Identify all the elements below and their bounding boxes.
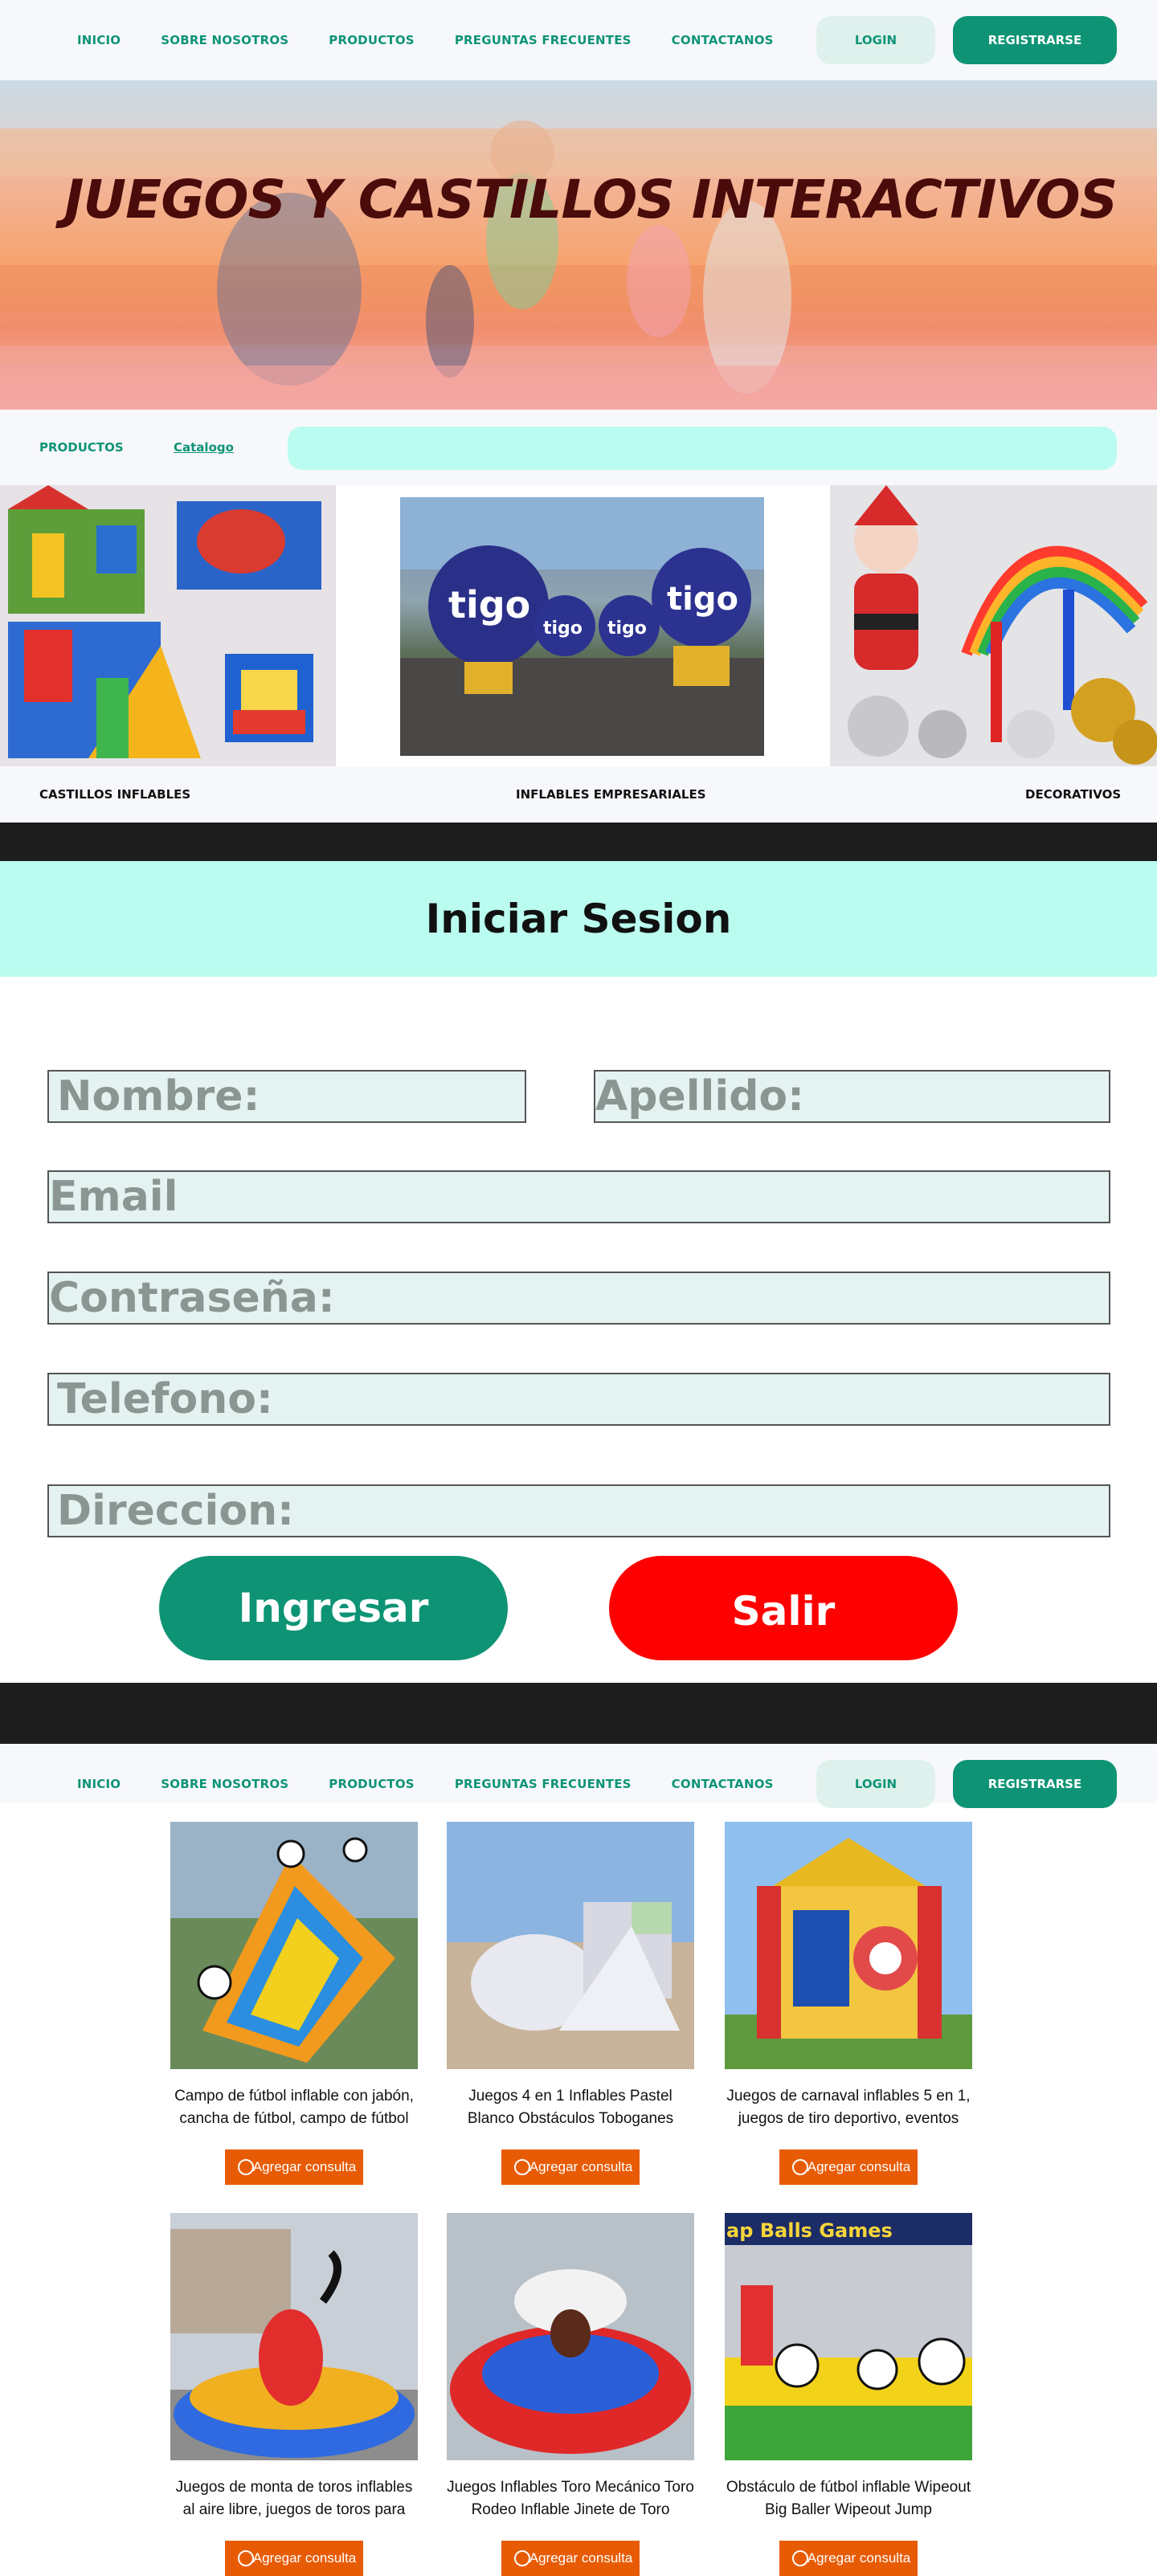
product-image[interactable]: [447, 2213, 694, 2460]
nombre-field[interactable]: Nombre:: [47, 1070, 526, 1123]
tigo-text-2: tigo: [543, 618, 583, 639]
direccion-field[interactable]: Direccion:: [47, 1484, 1110, 1537]
apellido-placeholder: Apellido:: [595, 1072, 804, 1121]
agregar-consulta-button[interactable]: Agregar consulta: [501, 2149, 640, 2185]
email-placeholder: Email: [49, 1173, 178, 1221]
subnav-catalogo[interactable]: Catalogo: [174, 440, 234, 455]
password-field[interactable]: Contraseña:: [47, 1272, 1110, 1325]
category-label-empresariales[interactable]: INFLABLES EMPRESARIALES: [516, 787, 706, 802]
agregar-consulta-button[interactable]: Agregar consulta: [501, 2541, 640, 2576]
nav-link-preguntas[interactable]: PREGUNTAS FRECUENTES: [455, 33, 632, 47]
tigo-text-3: tigo: [607, 618, 647, 639]
decorativos-image[interactable]: [830, 485, 1157, 766]
product-card: Juegos 4 en 1 Inflables Pastel Blanco Ob…: [447, 1822, 694, 2185]
product-card: ap Balls Games Obstáculo de fútbol infla…: [725, 2213, 972, 2576]
login-header: Iniciar Sesion: [0, 861, 1157, 977]
nav2-link-inicio[interactable]: INICIO: [77, 1777, 121, 1791]
product-description: Obstáculo de fútbol inflable Wipeout Big…: [726, 2479, 971, 2518]
product-image[interactable]: ap Balls Games: [725, 2213, 972, 2460]
whatsapp-icon: [792, 2550, 808, 2566]
login-button[interactable]: LOGIN: [816, 16, 935, 64]
product-description: Juegos de monta de toros inflables al ai…: [175, 2479, 413, 2518]
whatsapp-icon: [514, 2159, 530, 2175]
product-image[interactable]: [170, 1822, 418, 2069]
tigo-text-1: tigo: [448, 583, 530, 627]
whatsapp-icon: [792, 2159, 808, 2175]
ingresar-button[interactable]: Ingresar: [159, 1556, 508, 1660]
register-button[interactable]: REGISTRARSE: [953, 16, 1117, 64]
nav2-link-contactanos[interactable]: CONTACTANOS: [672, 1777, 774, 1791]
product-description: Juegos Inflables Toro Mecánico Toro Rode…: [447, 2479, 694, 2518]
empresariales-image[interactable]: tigo tigo tigo tigo: [400, 497, 764, 756]
nav-link-sobre-nosotros[interactable]: SOBRE NOSOTROS: [161, 33, 288, 47]
category-images: tigo tigo tigo tigo: [0, 485, 1157, 766]
nav2-link-sobre-nosotros[interactable]: SOBRE NOSOTROS: [161, 1777, 288, 1791]
product-card: Campo de fútbol inflable con jabón, canc…: [170, 1822, 418, 2185]
divider-bar-2: [0, 1683, 1157, 1744]
product-description: Campo de fútbol inflable con jabón, canc…: [174, 2088, 414, 2127]
telefono-field[interactable]: Telefono:: [47, 1373, 1110, 1426]
whatsapp-icon: [238, 2550, 254, 2566]
balls-games-sign: ap Balls Games: [726, 2219, 893, 2242]
top-nav: INICIO SOBRE NOSOTROS PRODUCTOS PREGUNTA…: [0, 0, 1157, 80]
whatsapp-icon: [238, 2159, 254, 2175]
product-card: Juegos Inflables Toro Mecánico Toro Rode…: [447, 2213, 694, 2576]
product-image[interactable]: [170, 2213, 418, 2460]
agregar-consulta-button[interactable]: Agregar consulta: [225, 2149, 363, 2185]
password-placeholder: Contraseña:: [49, 1274, 335, 1322]
product-description: Juegos de carnaval inflables 5 en 1, jue…: [726, 2088, 971, 2127]
nav2-link-preguntas[interactable]: PREGUNTAS FRECUENTES: [455, 1777, 632, 1791]
product-image[interactable]: [447, 1822, 694, 2069]
agregar-consulta-button[interactable]: Agregar consulta: [225, 2541, 363, 2576]
nav-link-inicio[interactable]: INICIO: [77, 33, 121, 47]
hero-banner: JUEGOS Y CASTILLOS INTERACTIVOS: [0, 80, 1157, 410]
nombre-placeholder: Nombre:: [57, 1072, 260, 1121]
apellido-field[interactable]: Apellido:: [594, 1070, 1110, 1123]
nav-link-productos[interactable]: PRODUCTOS: [329, 33, 415, 47]
subnav-productos[interactable]: PRODUCTOS: [39, 440, 124, 455]
category-label-decorativos[interactable]: DECORATIVOS: [1025, 787, 1121, 802]
nav-link-contactanos[interactable]: CONTACTANOS: [672, 33, 774, 47]
register-button-2[interactable]: REGISTRARSE: [953, 1760, 1117, 1808]
hero-title: JUEGOS Y CASTILLOS INTERACTIVOS: [64, 169, 1118, 231]
tigo-text-4: tigo: [667, 581, 738, 618]
search-input[interactable]: [288, 427, 1117, 470]
divider-bar: [0, 823, 1157, 861]
email-field[interactable]: Email: [47, 1170, 1110, 1223]
whatsapp-icon: [514, 2550, 530, 2566]
category-label-castillos[interactable]: CASTILLOS INFLABLES: [39, 787, 190, 802]
product-description: Juegos 4 en 1 Inflables Pastel Blanco Ob…: [467, 2088, 674, 2127]
login-button-2[interactable]: LOGIN: [816, 1760, 935, 1808]
top-nav-2: INICIO SOBRE NOSOTROS PRODUCTOS PREGUNTA…: [0, 1744, 1157, 1808]
direccion-placeholder: Direccion:: [57, 1487, 294, 1535]
agregar-consulta-button[interactable]: Agregar consulta: [779, 2541, 918, 2576]
product-card: Juegos de monta de toros inflables al ai…: [170, 2213, 418, 2576]
agregar-consulta-button[interactable]: Agregar consulta: [779, 2149, 918, 2185]
nav-links: INICIO SOBRE NOSOTROS PRODUCTOS PREGUNTA…: [77, 0, 814, 80]
product-image[interactable]: [725, 1822, 972, 2069]
sub-nav: PRODUCTOS Catalogo: [0, 410, 1157, 485]
product-card: Juegos de carnaval inflables 5 en 1, jue…: [725, 1822, 972, 2185]
nav2-link-productos[interactable]: PRODUCTOS: [329, 1777, 415, 1791]
telefono-placeholder: Telefono:: [57, 1375, 273, 1423]
salir-button[interactable]: Salir: [609, 1556, 958, 1660]
hero-kids-image: [0, 120, 1157, 410]
nav-links-2: INICIO SOBRE NOSOTROS PRODUCTOS PREGUNTA…: [77, 1744, 814, 1824]
castillos-image[interactable]: [0, 485, 336, 766]
login-title: Iniciar Sesion: [425, 896, 732, 942]
category-labels: CASTILLOS INFLABLES INFLABLES EMPRESARIA…: [0, 766, 1157, 823]
